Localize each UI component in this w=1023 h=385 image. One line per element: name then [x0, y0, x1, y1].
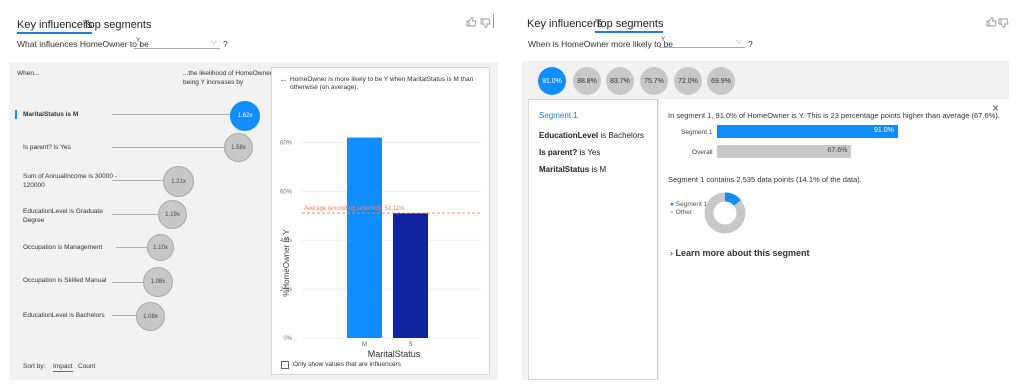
- condition-field: EducationLevel: [539, 131, 599, 140]
- connector-line: [112, 214, 160, 215]
- condition-field: Is parent?: [539, 148, 578, 157]
- tab-key-influencers[interactable]: Key influencers: [17, 19, 93, 34]
- col-likelihood: ...the likelihood of HomeOwner being Y i…: [183, 70, 272, 86]
- condition-item: Is parent? is Yes: [539, 148, 600, 157]
- segment-donut-chart: [704, 192, 746, 234]
- back-arrow-icon[interactable]: ←: [279, 74, 288, 84]
- bar[interactable]: [393, 213, 428, 338]
- connector-line: [112, 147, 225, 148]
- thumbs-down-icon[interactable]: [480, 18, 491, 31]
- x-axis-label: MaritalStatus: [368, 349, 421, 359]
- y-tick-label: 80%: [280, 140, 293, 146]
- condition-item: EducationLevel is Bachelors: [539, 131, 644, 140]
- average-label: Average (excluding selected): 51.11%: [304, 206, 405, 212]
- influencer-label: Occupation is Management: [23, 244, 103, 251]
- learn-more-link[interactable]: › Learn more about this segment: [670, 248, 810, 258]
- segment-bubble[interactable]: 83.7%: [606, 67, 634, 95]
- segment-bubble[interactable]: 88.8%: [573, 67, 601, 95]
- question-suffix: ?: [223, 39, 228, 49]
- thumbs-up-icon[interactable]: [466, 17, 477, 30]
- segment-bubble[interactable]: 72.0%: [674, 67, 702, 95]
- legend-other-label: Other: [675, 209, 693, 216]
- checkbox-label: Only show values that are influencers: [293, 361, 402, 368]
- segment-bubble[interactable]: 69.9%: [707, 67, 735, 95]
- tab-top-segments[interactable]: Top segments: [595, 18, 664, 33]
- sort-by-label: Sort by:: [23, 363, 46, 370]
- influencer-bubble[interactable]: 1.08x: [136, 302, 165, 331]
- segment-title: Segment 1: [539, 111, 578, 120]
- tab-top-segments[interactable]: Top segments: [83, 19, 151, 31]
- thumbs-down-icon[interactable]: [998, 18, 1009, 31]
- divider: [493, 14, 494, 28]
- chevron-down-icon: ⌵: [210, 37, 217, 46]
- influencers-only-checkbox[interactable]: [281, 361, 289, 369]
- connector-line: [112, 282, 144, 283]
- question-suffix: ?: [748, 39, 753, 49]
- chevron-right-icon: ›: [670, 248, 673, 258]
- influencer-label: Sum of AnnualIncome is 30000 - 120000: [23, 173, 117, 189]
- segment-summary: In segment 1, 91.0% of HomeOwner is Y. T…: [668, 111, 1000, 120]
- connector-line: [116, 247, 148, 248]
- overall-bar-value: 67.6%: [827, 147, 848, 154]
- segment-bubble[interactable]: 75.7%: [640, 67, 668, 95]
- selected-indicator: [15, 110, 17, 119]
- question-prefix: When is HomeOwner more likely to be: [528, 39, 674, 49]
- connector-line: [112, 180, 165, 181]
- detail-text: HomeOwner is more likely to be Y when Ma…: [290, 76, 474, 91]
- influencer-bubble[interactable]: 1.19x: [158, 200, 187, 229]
- condition-value: is Bachelors: [598, 131, 644, 140]
- question-prefix: What influences HomeOwner to be: [17, 39, 149, 49]
- homeowner-dropdown[interactable]: Y ⌵: [134, 37, 220, 49]
- segment-summary-card: [659, 99, 1009, 380]
- dropdown-value: Y: [136, 38, 141, 44]
- homeowner-dropdown[interactable]: Y ⌵: [659, 36, 745, 48]
- influencer-label: Is parent? is Yes: [23, 144, 71, 151]
- condition-value: is M: [589, 165, 607, 174]
- influencer-bubble[interactable]: 1.08x: [143, 267, 173, 297]
- condition-field: MaritalStatus: [539, 165, 590, 174]
- y-tick-label: 0%: [283, 336, 292, 342]
- segment-conditions-card: [528, 99, 658, 380]
- influencer-bubble[interactable]: 1.10x: [147, 234, 174, 261]
- influencer-label: MaritalStatus is M: [23, 111, 79, 118]
- sort-impact[interactable]: Impact: [53, 362, 73, 372]
- x-tick-label: M: [362, 342, 367, 348]
- influencer-bubble[interactable]: 1.58x: [224, 133, 253, 162]
- segment-bubble[interactable]: 91.0%: [538, 67, 566, 95]
- chevron-down-icon: ⌵: [735, 36, 742, 45]
- condition-value: is Yes: [577, 148, 601, 157]
- tab-key-influencers[interactable]: Key influencers: [527, 18, 602, 30]
- influencer-label: EducationLevel is Bachelors: [23, 312, 105, 319]
- legend-other: ● Other: [670, 209, 693, 216]
- influencer-bubble[interactable]: 1.21x: [163, 166, 194, 197]
- overall-bar: 67.6%: [717, 145, 852, 158]
- x-tick-label: S: [408, 342, 412, 348]
- learn-more-label: Learn more about this segment: [675, 248, 810, 258]
- segment-bar-value: 91.0%: [874, 127, 894, 134]
- legend-segment: ● Segment 1: [670, 201, 708, 208]
- sort-count[interactable]: Count: [78, 362, 95, 371]
- influencer-label: Occupation is Skilled Manual: [23, 277, 107, 284]
- col-when: When...: [17, 70, 40, 77]
- influencer-bubble[interactable]: 1.62x: [230, 101, 260, 131]
- condition-item: MaritalStatus is M: [539, 165, 606, 174]
- segment-bar-label: Segment 1: [681, 129, 713, 136]
- influencer-label: EducationLevel is Graduate Degree: [23, 208, 103, 224]
- connector-line: [112, 315, 138, 316]
- bar[interactable]: [347, 137, 382, 338]
- homeowner-bar-chart: 0%20%40%60%80% MS Average (excluding sel…: [280, 137, 481, 359]
- segment-contains: Segment 1 contains 2,535 data points (14…: [668, 175, 862, 184]
- connector-line: [112, 114, 231, 115]
- segment-bar: 91.0%: [717, 125, 898, 138]
- thumbs-up-icon[interactable]: [986, 17, 997, 30]
- dropdown-value: Y: [661, 37, 666, 43]
- y-tick-label: 60%: [280, 189, 293, 195]
- overall-bar-label: Overall: [692, 149, 713, 156]
- y-axis-label: %HomeOwner is Y: [282, 229, 291, 297]
